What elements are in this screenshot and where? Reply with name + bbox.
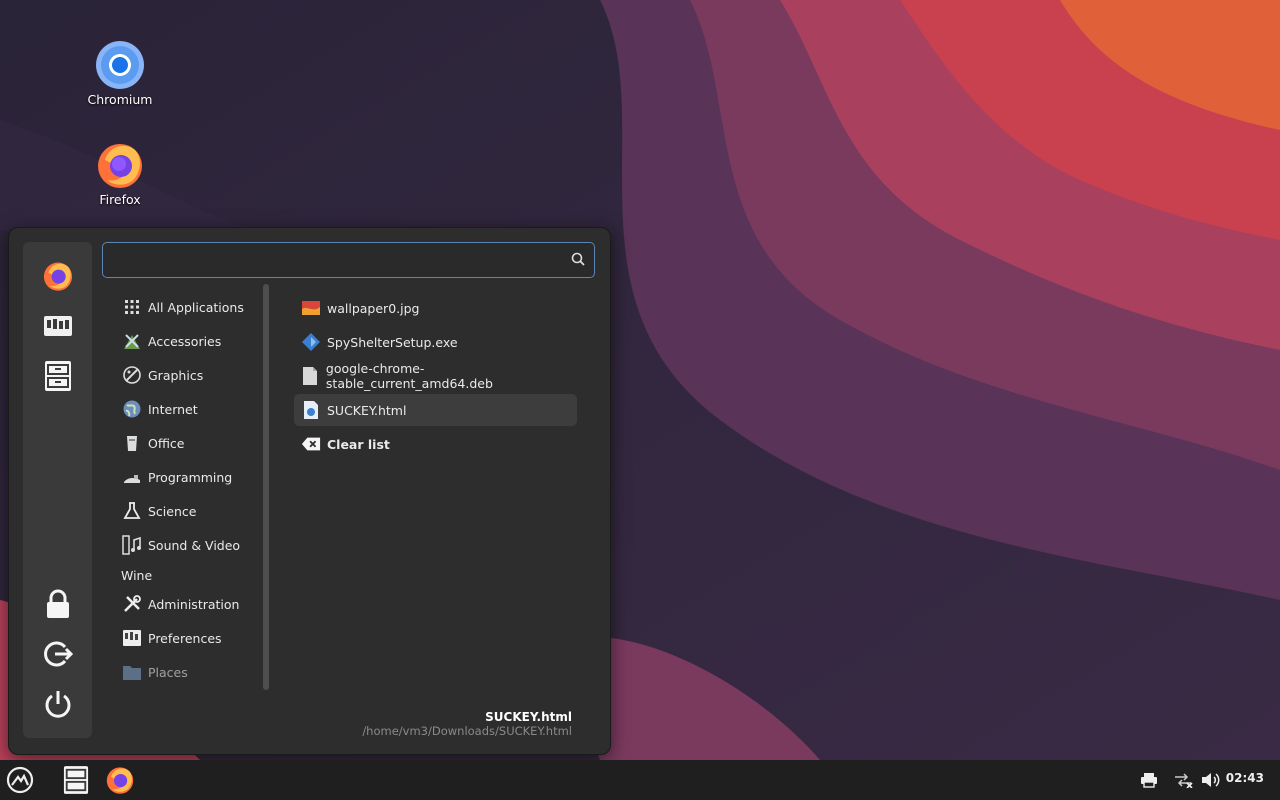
applications-menu-button[interactable] [4, 764, 36, 796]
recent-file-item[interactable]: google-chrome-stable_current_amd64.deb [294, 360, 577, 392]
preferences-icon [121, 627, 143, 649]
office-icon [121, 432, 143, 454]
firefox-icon [98, 144, 142, 188]
category-label: All Applications [148, 299, 244, 315]
category-label: Programming [148, 469, 233, 485]
application-menu: All Applications Accessories Graphics In… [8, 227, 611, 755]
desktop-icon-label: Chromium [87, 92, 153, 107]
taskbar-file-manager[interactable] [60, 764, 92, 796]
category-all-applications[interactable]: All Applications [121, 292, 265, 322]
recent-file-item[interactable]: wallpaper0.jpg [294, 292, 577, 324]
file-label: google-chrome-stable_current_amd64.deb [325, 361, 493, 391]
recent-file-item-selected[interactable]: SUCKEY.html [294, 394, 577, 426]
category-label: Office [148, 435, 185, 451]
firefox-icon [106, 767, 134, 794]
file-label: SUCKEY.html [327, 402, 407, 418]
flask-icon [121, 500, 143, 522]
volume-icon [1202, 773, 1220, 787]
category-label: Accessories [148, 333, 222, 349]
globe-icon [121, 398, 143, 420]
tools-icon [121, 593, 143, 615]
category-label: Wine [121, 567, 153, 583]
category-label: Science [148, 503, 197, 519]
whisker-menu-icon [6, 766, 34, 794]
file-label: wallpaper0.jpg [327, 300, 420, 316]
favorite-settings-manager[interactable] [40, 308, 76, 344]
firefox-icon [43, 262, 73, 291]
search-box[interactable] [102, 242, 595, 278]
category-label: Internet [148, 401, 198, 417]
file-manager-icon [63, 766, 89, 794]
search-input[interactable] [109, 248, 563, 272]
shutdown-button[interactable] [40, 686, 76, 722]
taskbar-firefox[interactable] [104, 764, 136, 796]
package-file-icon [301, 366, 320, 386]
category-administration[interactable]: Administration [121, 589, 265, 619]
lock-screen-button[interactable] [40, 586, 76, 622]
network-disconnected-icon [1175, 773, 1193, 788]
film-music-icon [121, 534, 143, 556]
exe-file-icon [301, 332, 321, 352]
category-accessories[interactable]: Accessories [121, 326, 265, 356]
power-icon [45, 691, 71, 718]
clear-list-label: Clear list [327, 436, 390, 452]
category-wine[interactable]: Wine [117, 560, 261, 590]
category-list: All Applications Accessories Graphics In… [117, 290, 265, 700]
search-icon [571, 252, 585, 266]
programming-icon [121, 466, 143, 488]
grid-icon [121, 296, 143, 318]
clear-icon [301, 434, 321, 454]
category-label: Administration [148, 596, 240, 612]
favorite-file-manager[interactable] [40, 358, 76, 394]
folder-icon [121, 661, 143, 683]
favorites-sidebar [23, 242, 92, 738]
desktop-icon-label: Firefox [99, 192, 141, 207]
image-file-icon [301, 298, 321, 318]
logout-icon [44, 641, 73, 667]
selected-item-path: /home/vm3/Downloads/SUCKEY.html [362, 724, 572, 738]
accessories-icon [121, 330, 143, 352]
category-label: Sound & Video [148, 537, 241, 553]
category-label: Preferences [148, 630, 222, 646]
chromium-icon [96, 41, 144, 89]
category-internet[interactable]: Internet [121, 394, 265, 424]
file-label: SpyShelterSetup.exe [327, 334, 458, 350]
category-office[interactable]: Office [121, 428, 265, 458]
category-programming[interactable]: Programming [121, 462, 265, 492]
category-scrollbar[interactable] [263, 284, 269, 690]
clear-list-button[interactable]: Clear list [294, 428, 577, 460]
favorite-firefox[interactable] [40, 258, 76, 294]
category-places[interactable]: Places [121, 657, 265, 687]
html-file-icon [301, 400, 321, 420]
category-sound-video[interactable]: Sound & Video [121, 530, 265, 560]
file-manager-icon [45, 361, 71, 391]
category-science[interactable]: Science [121, 496, 265, 526]
logout-button[interactable] [40, 636, 76, 672]
graphics-icon [121, 364, 143, 386]
volume-tray-button[interactable] [1200, 764, 1222, 796]
recent-file-item[interactable]: SpyShelterSetup.exe [294, 326, 577, 358]
category-preferences[interactable]: Preferences [121, 623, 265, 653]
clock[interactable]: 02:43 [1226, 771, 1264, 785]
category-label: Graphics [148, 367, 204, 383]
lock-icon [47, 589, 69, 618]
printer-icon [1141, 773, 1157, 788]
desktop-icon-firefox[interactable]: Firefox [75, 140, 165, 207]
category-label: Places [148, 664, 188, 680]
printer-tray-button[interactable] [1138, 764, 1160, 796]
desktop-icon-chromium[interactable]: Chromium [75, 40, 165, 107]
settings-manager-icon [44, 316, 72, 336]
selected-item-name: SUCKEY.html [485, 710, 572, 724]
taskbar: 02:43 [0, 760, 1280, 800]
network-tray-button[interactable] [1172, 764, 1194, 796]
category-graphics[interactable]: Graphics [121, 360, 265, 390]
